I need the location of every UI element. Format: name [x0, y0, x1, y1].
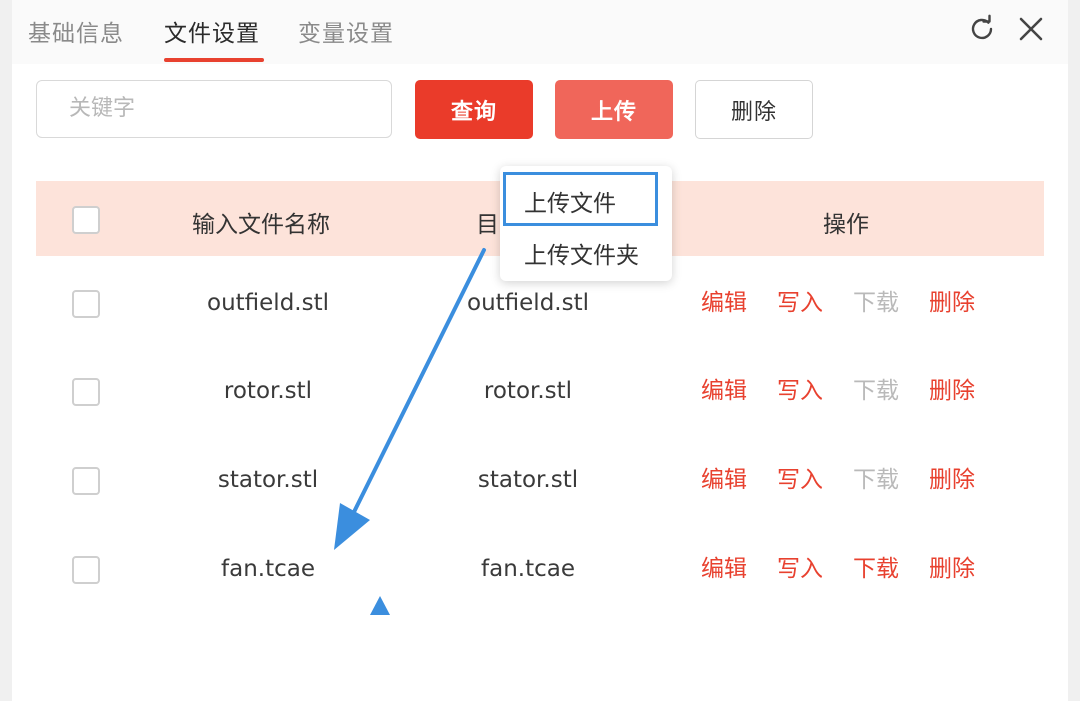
triangle-marker-icon — [370, 596, 390, 615]
